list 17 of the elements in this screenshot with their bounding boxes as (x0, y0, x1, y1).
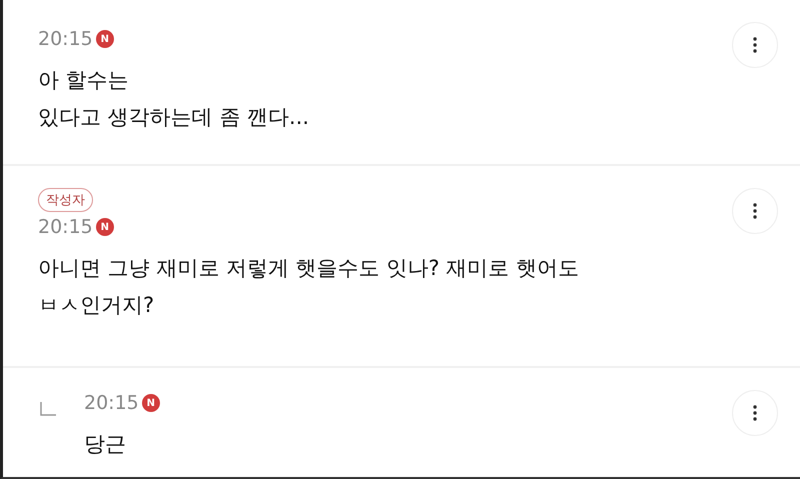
comment-time: 20:15 (38, 216, 93, 238)
new-badge: N (142, 394, 160, 412)
new-badge: N (96, 30, 114, 48)
comment-time: 20:15 (84, 392, 139, 414)
comment-text: 아니면 그냥 재미로 저렇게 햇을수도 잇나? 재미로 햇어도 ㅂㅅ인거지? (38, 255, 580, 319)
comment-text: 당근 (84, 431, 127, 458)
reply-icon (40, 402, 56, 416)
new-badge: N (96, 218, 114, 236)
more-icon (753, 203, 757, 219)
more-icon (753, 37, 757, 53)
author-badge: 작성자 (38, 188, 93, 212)
more-icon (753, 405, 757, 421)
more-options-button[interactable] (732, 188, 778, 234)
more-options-button[interactable] (732, 22, 778, 68)
comment-text: 아 할수는 있다고 생각하는데 좀 깬다... (38, 67, 310, 131)
more-options-button[interactable] (732, 390, 778, 436)
comment-time: 20:15 (38, 28, 93, 50)
